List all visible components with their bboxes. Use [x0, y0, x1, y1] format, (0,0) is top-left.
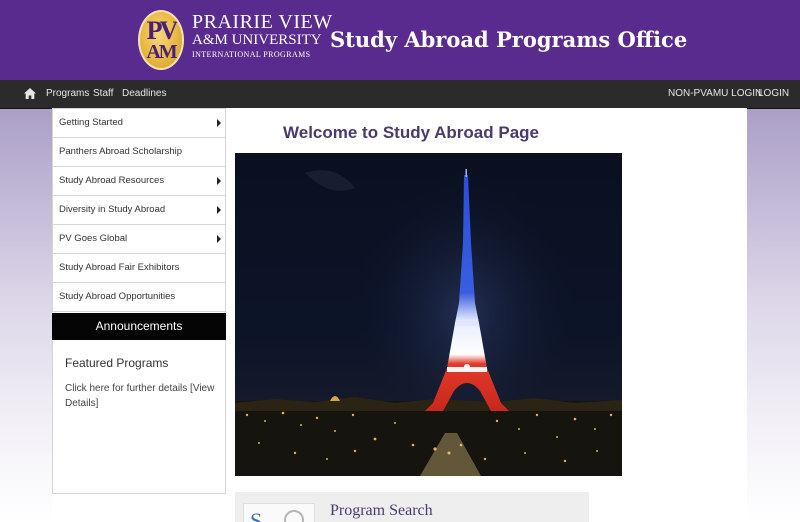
- sidebar-item-label: Study Abroad Fair Exhibitors: [59, 262, 180, 273]
- logo-wordmark[interactable]: PRAIRIE VIEW A&M UNIVERSITY INTERNATIONA…: [192, 12, 333, 61]
- logo-department: INTERNATIONAL PROGRAMS: [192, 50, 311, 59]
- logo-university-suffix: A&M UNIVERSITY: [192, 32, 322, 48]
- caret-right-icon: [217, 177, 221, 185]
- caret-right-icon: [217, 119, 221, 127]
- page-title: Welcome to Study Abroad Page: [283, 123, 539, 142]
- top-navbar: Programs Staff Deadlines NON-PVAMU LOGIN…: [0, 80, 800, 109]
- announcements-header[interactable]: Announcements: [52, 313, 226, 340]
- sidebar-item-study-abroad-resources[interactable]: Study Abroad Resources: [52, 167, 226, 196]
- featured-programs-link[interactable]: Click here for further details [View Det…: [65, 381, 215, 411]
- sidebar-item-study-abroad-fair-exhibitors[interactable]: Study Abroad Fair Exhibitors: [52, 254, 226, 283]
- sidebar-item-panthers-abroad-scholarship[interactable]: Panthers Abroad Scholarship: [52, 138, 226, 167]
- nav-staff[interactable]: Staff: [93, 80, 113, 108]
- sidebar-item-label: PV Goes Global: [59, 233, 128, 244]
- nav-programs[interactable]: Programs: [46, 80, 89, 108]
- site-header: PV AM PRAIRIE VIEW A&M UNIVERSITY INTERN…: [0, 0, 800, 80]
- sidebar-item-study-abroad-opportunities[interactable]: Study Abroad Opportunities: [52, 283, 226, 312]
- program-search-panel: S Program Search: [235, 492, 589, 522]
- featured-programs-box: Featured Programs Click here for further…: [52, 340, 226, 494]
- logo-monogram-bottom: AM: [146, 41, 177, 63]
- home-icon[interactable]: [24, 88, 36, 99]
- logo-university-name: PRAIRIE VIEW: [192, 11, 333, 33]
- eiffel-tower-photo: [235, 153, 622, 476]
- site-title: Study Abroad Programs Office: [330, 27, 688, 52]
- svg-text:S: S: [250, 508, 262, 522]
- program-search-title[interactable]: Program Search: [330, 502, 433, 520]
- sidebar-item-label: Getting Started: [59, 117, 123, 128]
- sidebar-menu: Getting Started Panthers Abroad Scholars…: [52, 108, 226, 312]
- sidebar-item-label: Panthers Abroad Scholarship: [59, 146, 183, 157]
- caret-right-icon: [217, 206, 221, 214]
- nav-non-pvamu-login[interactable]: NON-PVAMU LOGIN: [668, 80, 762, 108]
- program-search-image[interactable]: S: [243, 503, 315, 522]
- caret-right-icon: [217, 235, 221, 243]
- nav-login[interactable]: LOGIN: [758, 80, 789, 108]
- sidebar-item-pv-goes-global[interactable]: PV Goes Global: [52, 225, 226, 254]
- sidebar-item-label: Study Abroad Resources: [59, 175, 165, 186]
- sidebar-item-diversity-in-study-abroad[interactable]: Diversity in Study Abroad: [52, 196, 226, 225]
- sidebar-item-getting-started[interactable]: Getting Started: [52, 108, 226, 138]
- featured-programs-title: Featured Programs: [65, 356, 169, 370]
- sidebar-item-label: Study Abroad Opportunities: [59, 291, 176, 302]
- nav-deadlines[interactable]: Deadlines: [122, 80, 166, 108]
- sidebar-item-label: Diversity in Study Abroad: [59, 204, 166, 215]
- pvamu-logo[interactable]: PV AM: [138, 10, 184, 70]
